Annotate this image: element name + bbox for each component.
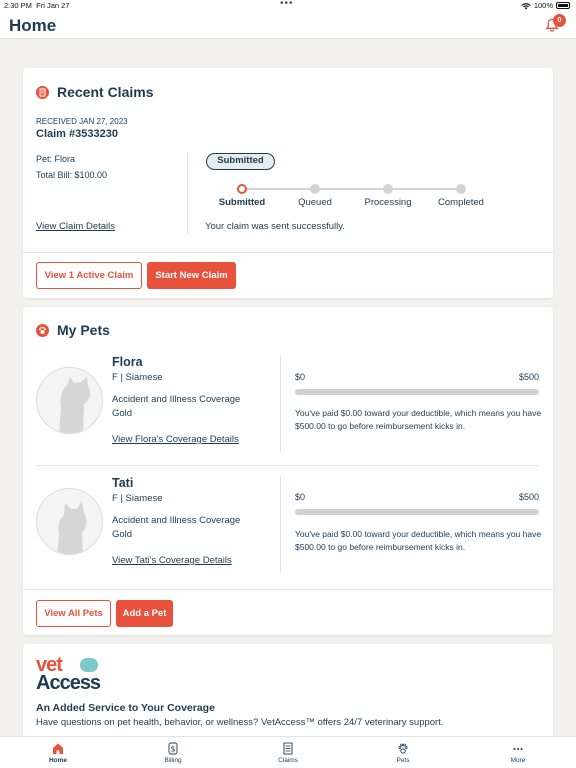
logo-bubble bbox=[80, 658, 98, 672]
tab-bar: Home $ Billing Claims Pets More bbox=[0, 736, 576, 768]
page-title: Home bbox=[9, 16, 57, 35]
vetaccess-card: vet Access An Added Service to Your Cove… bbox=[23, 644, 553, 744]
deductible-bar-flora bbox=[295, 389, 539, 395]
tab-claims-label: Claims bbox=[278, 757, 298, 764]
top-bar: Home 0 bbox=[0, 12, 576, 39]
pet-plan-tati: Gold bbox=[112, 529, 133, 540]
view-all-pets-button[interactable]: View All Pets bbox=[36, 600, 111, 627]
paw-icon bbox=[398, 743, 408, 754]
tab-pets-label: Pets bbox=[396, 757, 410, 764]
deductible-max-tati: $500 bbox=[518, 492, 539, 502]
my-pets-title: My Pets bbox=[57, 322, 110, 338]
tab-more[interactable]: More bbox=[488, 737, 548, 768]
step-label-submitted: Submitted bbox=[218, 197, 266, 208]
claim-total-bill: Total Bill: $100.00 bbox=[36, 170, 108, 180]
deductible-bar-tati bbox=[295, 509, 539, 515]
pet-coverage-tati: Accident and Illness Coverage bbox=[112, 515, 241, 526]
pet-name-tati: Tati bbox=[112, 476, 134, 490]
tab-more-label: More bbox=[510, 757, 526, 764]
claim-pet: Pet: Flora bbox=[36, 154, 76, 164]
recent-claims-title: Recent Claims bbox=[57, 84, 154, 100]
pet-info-flora: F | Siamese bbox=[112, 372, 163, 383]
wifi-icon bbox=[521, 2, 531, 9]
pet-divider-flora bbox=[280, 355, 281, 452]
deductible-desc-tati: You've paid $0.00 toward your deductible… bbox=[295, 529, 542, 552]
logo-access: Access bbox=[36, 672, 101, 694]
claim-status-badge: Submitted bbox=[206, 153, 275, 170]
claim-divider bbox=[187, 152, 188, 234]
pet-coverage-flora: Accident and Illness Coverage bbox=[112, 394, 241, 405]
notification-badge: 0 bbox=[553, 14, 566, 27]
multitask-dots[interactable]: ••• bbox=[280, 0, 294, 9]
pet-avatar-flora bbox=[36, 367, 103, 434]
deductible-max-flora: $500 bbox=[518, 372, 539, 382]
tab-home-label: Home bbox=[48, 757, 68, 764]
pet-avatar-tati bbox=[36, 488, 103, 555]
progress-track bbox=[242, 188, 461, 190]
my-pets-card: My Pets Flora F | Siamese Accident and I… bbox=[23, 307, 553, 635]
battery-icon bbox=[556, 2, 570, 9]
tab-claims[interactable]: Claims bbox=[258, 737, 318, 768]
step-dot-submitted bbox=[237, 184, 247, 194]
tab-pets[interactable]: Pets bbox=[373, 737, 433, 768]
vetaccess-logo: vet Access bbox=[36, 654, 126, 694]
vetaccess-heading: An Added Service to Your Coverage bbox=[36, 702, 215, 714]
status-bar: 2:30 PM Fri Jan 27 ••• 100% bbox=[0, 0, 576, 12]
paw-icon bbox=[36, 324, 49, 337]
claim-status-message: Your claim was sent successfully. bbox=[205, 221, 345, 232]
tab-billing-label: Billing bbox=[164, 757, 182, 764]
status-time: 2:30 PM Fri Jan 27 bbox=[4, 1, 70, 10]
step-dot-completed bbox=[456, 184, 466, 194]
claims-icon bbox=[36, 86, 49, 99]
pets-footer-divider bbox=[23, 589, 553, 590]
step-dot-processing bbox=[383, 184, 393, 194]
step-label-completed: Completed bbox=[438, 197, 484, 208]
tab-billing[interactable]: $ Billing bbox=[143, 737, 203, 768]
vetaccess-text: Have questions on pet health, behavior, … bbox=[36, 717, 444, 728]
more-icon bbox=[513, 748, 523, 750]
start-new-claim-button[interactable]: Start New Claim bbox=[147, 262, 236, 289]
pet-plan-flora: Gold bbox=[112, 408, 133, 419]
step-dot-queued bbox=[310, 184, 320, 194]
deductible-desc-flora: You've paid $0.00 toward your deductible… bbox=[295, 408, 542, 431]
document-icon bbox=[283, 742, 293, 755]
claim-number: Claim #3533230 bbox=[36, 128, 118, 140]
status-right: 100% bbox=[521, 1, 570, 10]
tati-coverage-link[interactable]: View Tati's Coverage Details bbox=[112, 555, 232, 566]
deductible-min-flora: $0 bbox=[295, 372, 306, 382]
view-claim-details-link[interactable]: View Claim Details bbox=[36, 221, 115, 232]
pet-name-flora: Flora bbox=[112, 355, 143, 369]
pet-info-tati: F | Siamese bbox=[112, 493, 163, 504]
deductible-min-tati: $0 bbox=[295, 492, 306, 502]
view-active-claim-button[interactable]: View 1 Active Claim bbox=[36, 262, 142, 289]
flora-coverage-link[interactable]: View Flora's Coverage Details bbox=[112, 434, 239, 445]
battery-percent: 100% bbox=[533, 1, 553, 10]
pets-row-divider bbox=[36, 465, 539, 466]
step-label-queued: Queued bbox=[298, 197, 332, 208]
cat-silhouette-icon bbox=[57, 501, 87, 554]
recent-claims-card: Recent Claims RECEIVED JAN 27, 2023 Clai… bbox=[23, 68, 553, 298]
claims-footer-divider bbox=[23, 252, 553, 253]
tab-home[interactable]: Home bbox=[28, 737, 88, 768]
svg-text:$: $ bbox=[170, 745, 175, 754]
pet-divider-tati bbox=[280, 476, 281, 573]
claim-received-date: RECEIVED JAN 27, 2023 bbox=[36, 117, 128, 126]
home-icon bbox=[53, 743, 63, 754]
cat-silhouette-icon bbox=[59, 376, 91, 433]
step-label-processing: Processing bbox=[364, 197, 412, 208]
add-pet-button[interactable]: Add a Pet bbox=[116, 600, 173, 627]
dollar-icon: $ bbox=[168, 742, 178, 755]
